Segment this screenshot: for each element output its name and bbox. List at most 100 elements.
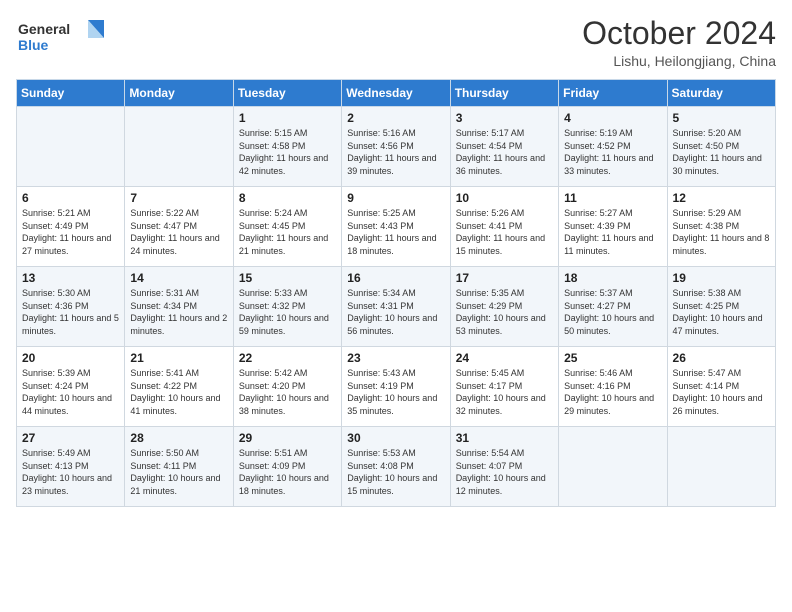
day-number: 11 [564, 191, 661, 205]
day-info: Sunrise: 5:47 AMSunset: 4:14 PMDaylight:… [673, 367, 770, 417]
day-info: Sunrise: 5:16 AMSunset: 4:56 PMDaylight:… [347, 127, 444, 177]
day-number: 4 [564, 111, 661, 125]
day-info: Sunrise: 5:15 AMSunset: 4:58 PMDaylight:… [239, 127, 336, 177]
week-row-3: 13 Sunrise: 5:30 AMSunset: 4:36 PMDayligh… [17, 267, 776, 347]
day-cell: 30Sunrise: 5:53 AMSunset: 4:08 PMDayligh… [342, 427, 450, 507]
day-number: 29 [239, 431, 336, 445]
day-number: 26 [673, 351, 770, 365]
day-cell: 28 Sunrise: 5:50 AMSunset: 4:11 PMDayligh… [125, 427, 233, 507]
day-info: Sunrise: 5:39 AMSunset: 4:24 PMDaylight:… [22, 367, 119, 417]
day-info: Sunrise: 5:50 AMSunset: 4:11 PMDaylight:… [130, 447, 227, 497]
day-number: 20 [22, 351, 119, 365]
day-cell: 1 Sunrise: 5:15 AMSunset: 4:58 PMDaylight… [233, 107, 341, 187]
day-cell [559, 427, 667, 507]
day-info: Sunrise: 5:22 AMSunset: 4:47 PMDaylight:… [130, 207, 227, 257]
weekday-header-saturday: Saturday [667, 80, 775, 107]
day-number: 12 [673, 191, 770, 205]
day-cell: 16 Sunrise: 5:34 AMSunset: 4:31 PMDayligh… [342, 267, 450, 347]
day-number: 10 [456, 191, 553, 205]
day-number: 18 [564, 271, 661, 285]
day-info: Sunrise: 5:34 AMSunset: 4:31 PMDaylight:… [347, 287, 444, 337]
day-number: 13 [22, 271, 119, 285]
day-info: Sunrise: 5:24 AMSunset: 4:45 PMDaylight:… [239, 207, 336, 257]
day-number: 16 [347, 271, 444, 285]
day-cell: 8 Sunrise: 5:24 AMSunset: 4:45 PMDaylight… [233, 187, 341, 267]
day-number: 14 [130, 271, 227, 285]
day-cell [667, 427, 775, 507]
day-info: Sunrise: 5:49 AMSunset: 4:13 PMDaylight:… [22, 447, 119, 497]
weekday-header-monday: Monday [125, 80, 233, 107]
week-row-2: 6Sunrise: 5:21 AMSunset: 4:49 PMDaylight… [17, 187, 776, 267]
day-info: Sunrise: 5:27 AMSunset: 4:39 PMDaylight:… [564, 207, 661, 257]
day-info: Sunrise: 5:37 AMSunset: 4:27 PMDaylight:… [564, 287, 661, 337]
day-cell: 2 Sunrise: 5:16 AMSunset: 4:56 PMDaylight… [342, 107, 450, 187]
day-cell: 13 Sunrise: 5:30 AMSunset: 4:36 PMDayligh… [17, 267, 125, 347]
day-cell [125, 107, 233, 187]
day-number: 22 [239, 351, 336, 365]
calendar-table: SundayMondayTuesdayWednesdayThursdayFrid… [16, 79, 776, 507]
day-number: 25 [564, 351, 661, 365]
day-cell: 17Sunrise: 5:35 AMSunset: 4:29 PMDayligh… [450, 267, 558, 347]
day-cell: 15 Sunrise: 5:33 AMSunset: 4:32 PMDayligh… [233, 267, 341, 347]
day-number: 7 [130, 191, 227, 205]
day-info: Sunrise: 5:54 AMSunset: 4:07 PMDaylight:… [456, 447, 553, 497]
day-info: Sunrise: 5:31 AMSunset: 4:34 PMDaylight:… [130, 287, 227, 337]
day-info: Sunrise: 5:20 AMSunset: 4:50 PMDaylight:… [673, 127, 770, 177]
day-cell: 5Sunrise: 5:20 AMSunset: 4:50 PMDaylight… [667, 107, 775, 187]
logo-block: General Blue [16, 16, 106, 65]
day-cell: 25Sunrise: 5:46 AMSunset: 4:16 PMDayligh… [559, 347, 667, 427]
day-number: 8 [239, 191, 336, 205]
svg-text:General: General [18, 21, 70, 37]
day-number: 23 [347, 351, 444, 365]
day-cell: 11 Sunrise: 5:27 AMSunset: 4:39 PMDayligh… [559, 187, 667, 267]
day-info: Sunrise: 5:41 AMSunset: 4:22 PMDaylight:… [130, 367, 227, 417]
day-cell: 22 Sunrise: 5:42 AMSunset: 4:20 PMDayligh… [233, 347, 341, 427]
weekday-header-sunday: Sunday [17, 80, 125, 107]
header: General Blue October 2024 Lishu, Heilong… [16, 16, 776, 69]
day-info: Sunrise: 5:29 AMSunset: 4:38 PMDaylight:… [673, 207, 770, 257]
day-number: 2 [347, 111, 444, 125]
day-cell: 20 Sunrise: 5:39 AMSunset: 4:24 PMDayligh… [17, 347, 125, 427]
day-info: Sunrise: 5:26 AMSunset: 4:41 PMDaylight:… [456, 207, 553, 257]
day-number: 28 [130, 431, 227, 445]
day-info: Sunrise: 5:53 AMSunset: 4:08 PMDaylight:… [347, 447, 444, 497]
page-container: General Blue October 2024 Lishu, Heilong… [0, 0, 792, 523]
weekday-header-thursday: Thursday [450, 80, 558, 107]
day-cell: 9Sunrise: 5:25 AMSunset: 4:43 PMDaylight… [342, 187, 450, 267]
logo: General Blue [16, 16, 106, 65]
day-cell: 29 Sunrise: 5:51 AMSunset: 4:09 PMDayligh… [233, 427, 341, 507]
day-number: 6 [22, 191, 119, 205]
week-row-1: 1 Sunrise: 5:15 AMSunset: 4:58 PMDaylight… [17, 107, 776, 187]
day-cell: 18 Sunrise: 5:37 AMSunset: 4:27 PMDayligh… [559, 267, 667, 347]
day-number: 27 [22, 431, 119, 445]
title-block: October 2024 Lishu, Heilongjiang, China [582, 16, 776, 69]
day-number: 31 [456, 431, 553, 445]
day-cell: 10 Sunrise: 5:26 AMSunset: 4:41 PMDayligh… [450, 187, 558, 267]
day-cell: 27 Sunrise: 5:49 AMSunset: 4:13 PMDayligh… [17, 427, 125, 507]
svg-text:Blue: Blue [18, 37, 49, 53]
day-number: 15 [239, 271, 336, 285]
day-info: Sunrise: 5:17 AMSunset: 4:54 PMDaylight:… [456, 127, 553, 177]
day-info: Sunrise: 5:30 AMSunset: 4:36 PMDaylight:… [22, 287, 119, 337]
day-cell: 6Sunrise: 5:21 AMSunset: 4:49 PMDaylight… [17, 187, 125, 267]
day-number: 17 [456, 271, 553, 285]
day-info: Sunrise: 5:33 AMSunset: 4:32 PMDaylight:… [239, 287, 336, 337]
weekday-header-friday: Friday [559, 80, 667, 107]
weekday-header-tuesday: Tuesday [233, 80, 341, 107]
day-info: Sunrise: 5:25 AMSunset: 4:43 PMDaylight:… [347, 207, 444, 257]
day-cell: 23Sunrise: 5:43 AMSunset: 4:19 PMDayligh… [342, 347, 450, 427]
day-cell: 31 Sunrise: 5:54 AMSunset: 4:07 PMDayligh… [450, 427, 558, 507]
day-number: 24 [456, 351, 553, 365]
weekday-header-row: SundayMondayTuesdayWednesdayThursdayFrid… [17, 80, 776, 107]
day-number: 1 [239, 111, 336, 125]
day-number: 21 [130, 351, 227, 365]
day-cell: 7 Sunrise: 5:22 AMSunset: 4:47 PMDaylight… [125, 187, 233, 267]
day-cell: 3Sunrise: 5:17 AMSunset: 4:54 PMDaylight… [450, 107, 558, 187]
week-row-4: 20 Sunrise: 5:39 AMSunset: 4:24 PMDayligh… [17, 347, 776, 427]
day-cell: 19Sunrise: 5:38 AMSunset: 4:25 PMDayligh… [667, 267, 775, 347]
day-info: Sunrise: 5:51 AMSunset: 4:09 PMDaylight:… [239, 447, 336, 497]
day-info: Sunrise: 5:42 AMSunset: 4:20 PMDaylight:… [239, 367, 336, 417]
day-info: Sunrise: 5:45 AMSunset: 4:17 PMDaylight:… [456, 367, 553, 417]
day-number: 19 [673, 271, 770, 285]
day-cell [17, 107, 125, 187]
